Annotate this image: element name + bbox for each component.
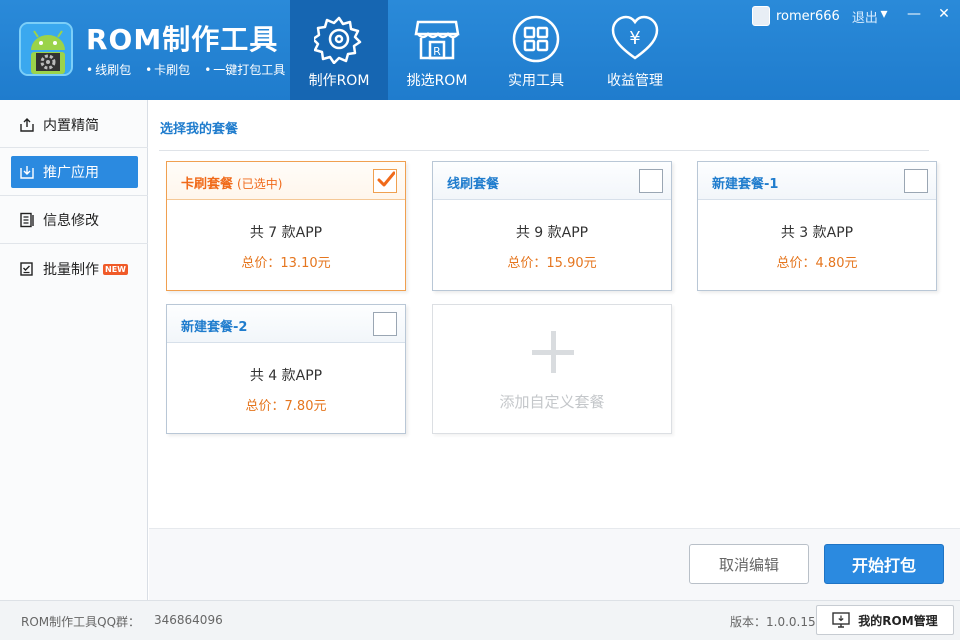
package-name: 线刷套餐 [447, 177, 500, 192]
sidebar-item-builtin-slim[interactable]: 内置精简 [11, 109, 138, 141]
close-icon[interactable]: ✕ [936, 6, 952, 22]
package-card[interactable]: 卡刷套餐 (已选中) 共 7 款APP 总价：13.10元 [166, 161, 406, 291]
tab-pick-rom[interactable]: R 挑选ROM [388, 0, 486, 100]
qq-group-label: ROM制作工具QQ群： [21, 615, 141, 629]
document-icon [20, 212, 34, 228]
sidebar-item-label: 信息修改 [43, 213, 99, 229]
cancel-edit-button[interactable]: 取消编辑 [689, 544, 809, 584]
qq-group-number: 346864096 [154, 613, 223, 627]
sidebar-item-info-edit[interactable]: 信息修改 [11, 204, 138, 236]
package-price: 总价：13.10元 [241, 256, 331, 271]
package-price: 总价：4.80元 [776, 256, 858, 271]
package-card[interactable]: 线刷套餐 共 9 款APP 总价：15.90元 [432, 161, 672, 291]
gear-icon [314, 16, 362, 64]
username[interactable]: romer666 [776, 9, 840, 24]
checklist-icon [20, 262, 33, 276]
tab-tools[interactable]: 实用工具 [487, 0, 585, 100]
new-badge: NEW [103, 263, 128, 275]
sidebar-item-label: 内置精简 [43, 118, 99, 134]
app-header: ROM制作工具 线刷包 卡刷包 一键打包工具 制作ROM R 挑选ROM [0, 0, 960, 100]
grid-icon [512, 15, 560, 63]
export-icon [20, 118, 34, 132]
divider [0, 147, 148, 148]
card-header: 线刷套餐 [433, 162, 671, 200]
version-text: 版本：1.0.0.15 [730, 615, 816, 629]
heart-yen-icon: ¥ [611, 15, 659, 60]
add-package-label: 添加自定义套餐 [499, 393, 605, 411]
tab-earnings[interactable]: ¥ 收益管理 [586, 0, 684, 100]
sidebar-item-batch-make[interactable]: 批量制作 NEW [11, 253, 138, 285]
package-checkbox[interactable] [904, 169, 928, 193]
tab-label: 收益管理 [607, 73, 663, 89]
checkmark-icon [377, 171, 395, 187]
tab-make-rom[interactable]: 制作ROM [290, 0, 388, 100]
tab-label: 制作ROM [308, 73, 370, 89]
divider [159, 150, 929, 151]
package-checkbox[interactable] [373, 169, 397, 193]
add-package-button[interactable]: 添加自定义套餐 [432, 304, 672, 434]
phone-icon [752, 6, 770, 26]
section-title: 选择我的套餐 [160, 122, 239, 137]
start-pack-button[interactable]: 开始打包 [824, 544, 944, 584]
package-name: 卡刷套餐 (已选中) [181, 177, 283, 192]
package-app-count: 共 7 款APP [249, 225, 323, 241]
package-name: 新建套餐-2 [181, 320, 248, 335]
sidebar-item-promote-apps[interactable]: 推广应用 [11, 156, 138, 188]
card-header: 卡刷套餐 (已选中) [167, 162, 405, 200]
package-app-count: 共 9 款APP [515, 225, 589, 241]
svg-text:¥: ¥ [629, 28, 640, 49]
plus-icon [532, 331, 574, 373]
monitor-icon [832, 612, 850, 628]
status-bar: ROM制作工具QQ群： 346864096 版本：1.0.0.15 我的ROM管… [0, 600, 960, 640]
subtitle-item: 一键打包工具 [204, 61, 285, 78]
menu-dropdown-icon[interactable]: ▾ [876, 6, 892, 22]
shop-icon: R [414, 20, 460, 60]
subtitle-item: 卡刷包 [145, 61, 190, 78]
package-price: 总价：15.90元 [507, 256, 597, 271]
import-icon [20, 166, 34, 179]
app-title: ROM制作工具 [86, 23, 279, 56]
package-price: 总价：7.80元 [245, 399, 327, 414]
user-area: romer666 退出 [752, 6, 878, 26]
package-name: 新建套餐-1 [712, 177, 779, 192]
package-card[interactable]: 新建套餐-2 共 4 款APP 总价：7.80元 [166, 304, 406, 434]
sidebar-item-label: 推广应用 [43, 165, 99, 181]
minimize-icon[interactable]: — [906, 6, 922, 22]
tab-label: 实用工具 [508, 73, 564, 89]
tab-label: 挑选ROM [406, 73, 468, 89]
package-app-count: 共 4 款APP [249, 368, 323, 384]
divider [0, 195, 148, 196]
subtitle-item: 线刷包 [86, 61, 131, 78]
package-card[interactable]: 新建套餐-1 共 3 款APP 总价：4.80元 [697, 161, 937, 291]
app-subtitle: 线刷包 卡刷包 一键打包工具 [86, 61, 285, 78]
package-checkbox[interactable] [639, 169, 663, 193]
card-header: 新建套餐-1 [698, 162, 936, 200]
logout-link[interactable]: 退出 [852, 7, 878, 26]
sidebar-item-label: 批量制作 [43, 262, 99, 278]
my-rom-button[interactable]: 我的ROM管理 [816, 605, 954, 635]
android-logo [19, 22, 73, 76]
card-header: 新建套餐-2 [167, 305, 405, 343]
package-status: (已选中) [237, 177, 283, 191]
svg-text:R: R [433, 45, 441, 58]
package-app-count: 共 3 款APP [780, 225, 854, 241]
divider [0, 243, 148, 244]
package-checkbox[interactable] [373, 312, 397, 336]
sidebar: 内置精简 推广应用 信息修改 批量制作 NEW [0, 100, 148, 600]
my-rom-label: 我的ROM管理 [858, 613, 938, 628]
